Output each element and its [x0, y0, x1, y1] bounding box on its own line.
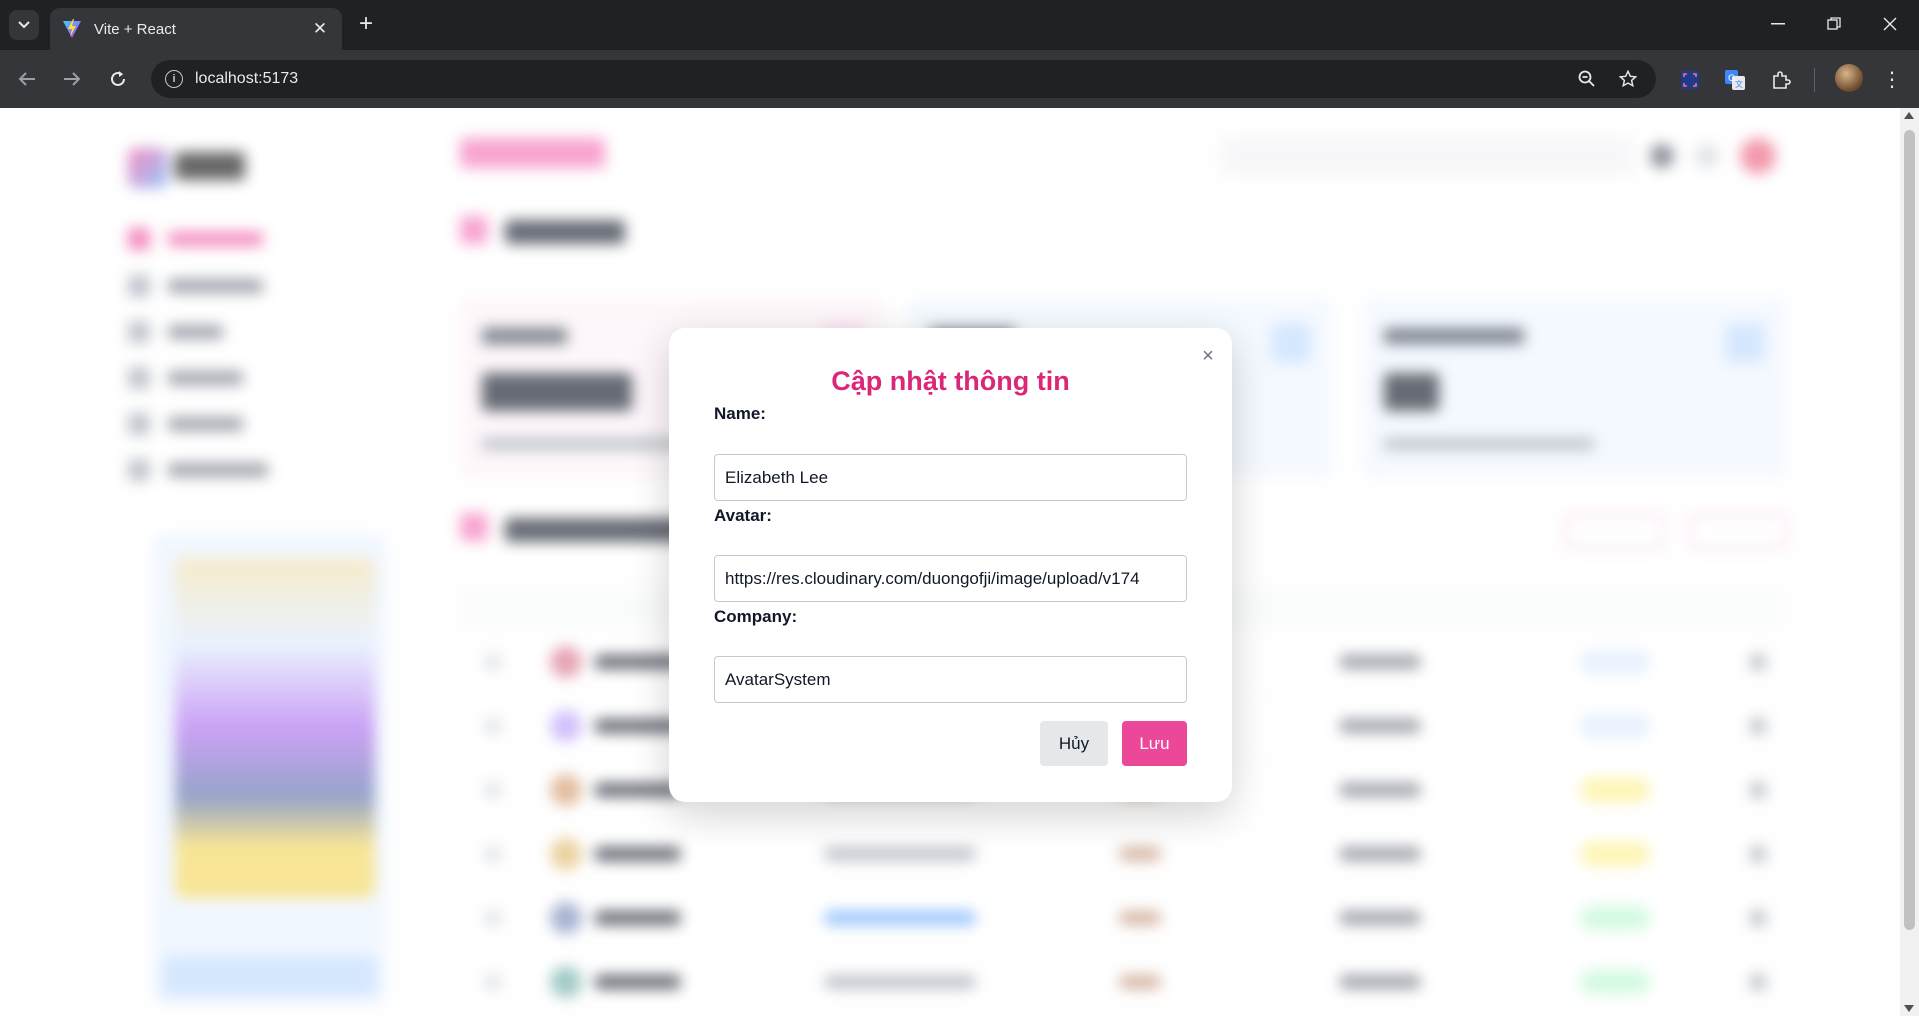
site-info-icon[interactable]: i — [165, 70, 183, 88]
address-bar[interactable]: i localhost:5173 — [151, 60, 1656, 98]
name-label: Name: — [714, 404, 766, 423]
zoom-button[interactable] — [1572, 64, 1602, 94]
toolbar-divider — [1814, 68, 1815, 92]
reload-icon — [111, 71, 125, 86]
page-scrollbar[interactable] — [1900, 108, 1919, 1016]
extensions-button[interactable] — [1767, 66, 1795, 94]
capture-icon — [1681, 71, 1699, 89]
url-text: localhost:5173 — [195, 70, 299, 87]
star-icon — [1619, 70, 1637, 88]
arrow-left-icon — [18, 72, 35, 86]
zoom-out-icon — [1578, 70, 1595, 87]
new-tab-button[interactable]: + — [352, 11, 380, 39]
modal-close-icon[interactable]: × — [1196, 344, 1220, 368]
browser-tab-bar: Vite + React ✕ + — [0, 0, 1919, 50]
close-icon — [1883, 17, 1897, 31]
chevron-down-icon — [18, 21, 30, 29]
update-info-modal: × Cập nhật thông tin Name: Avatar: Compa… — [669, 328, 1232, 802]
back-button[interactable] — [12, 64, 42, 94]
tab-close-icon[interactable]: ✕ — [310, 19, 330, 39]
close-window-button[interactable] — [1862, 8, 1918, 40]
tab-title: Vite + React — [94, 20, 176, 38]
arrow-right-icon — [64, 72, 81, 86]
svg-text:文: 文 — [1735, 79, 1743, 89]
screen-capture-extension[interactable] — [1676, 66, 1704, 94]
scroll-down-arrow[interactable] — [1904, 1005, 1914, 1012]
translate-extension[interactable]: G文 — [1721, 66, 1749, 94]
restore-button[interactable] — [1806, 8, 1862, 40]
save-button[interactable]: Lưu — [1122, 721, 1187, 766]
puzzle-icon — [1773, 71, 1791, 89]
profile-avatar[interactable] — [1835, 64, 1863, 92]
company-field[interactable] — [714, 656, 1187, 703]
translate-icon: G文 — [1725, 70, 1745, 90]
cancel-button[interactable]: Hủy — [1040, 721, 1108, 766]
restore-icon — [1827, 17, 1841, 30]
name-field[interactable] — [714, 454, 1187, 501]
modal-title: Cập nhật thông tin — [831, 366, 1070, 396]
vite-logo-icon — [63, 19, 81, 38]
company-label: Company: — [714, 607, 798, 626]
svg-text:G: G — [1728, 74, 1735, 84]
tab-search-button[interactable] — [9, 10, 39, 40]
avatar-label: Avatar: — [714, 506, 772, 525]
scrollbar-thumb[interactable] — [1904, 130, 1915, 930]
browser-menu-icon[interactable]: ⋮ — [1880, 66, 1904, 94]
scroll-up-arrow[interactable] — [1904, 112, 1914, 119]
browser-tab[interactable]: Vite + React ✕ — [50, 8, 342, 50]
minimize-button[interactable] — [1750, 8, 1806, 40]
browser-toolbar: i localhost:5173 — [0, 50, 1919, 108]
bookmark-button[interactable] — [1613, 64, 1643, 94]
forward-button[interactable] — [57, 64, 87, 94]
avatar-url-field[interactable] — [714, 555, 1187, 602]
minimize-icon — [1771, 23, 1785, 25]
reload-button[interactable] — [103, 64, 133, 94]
